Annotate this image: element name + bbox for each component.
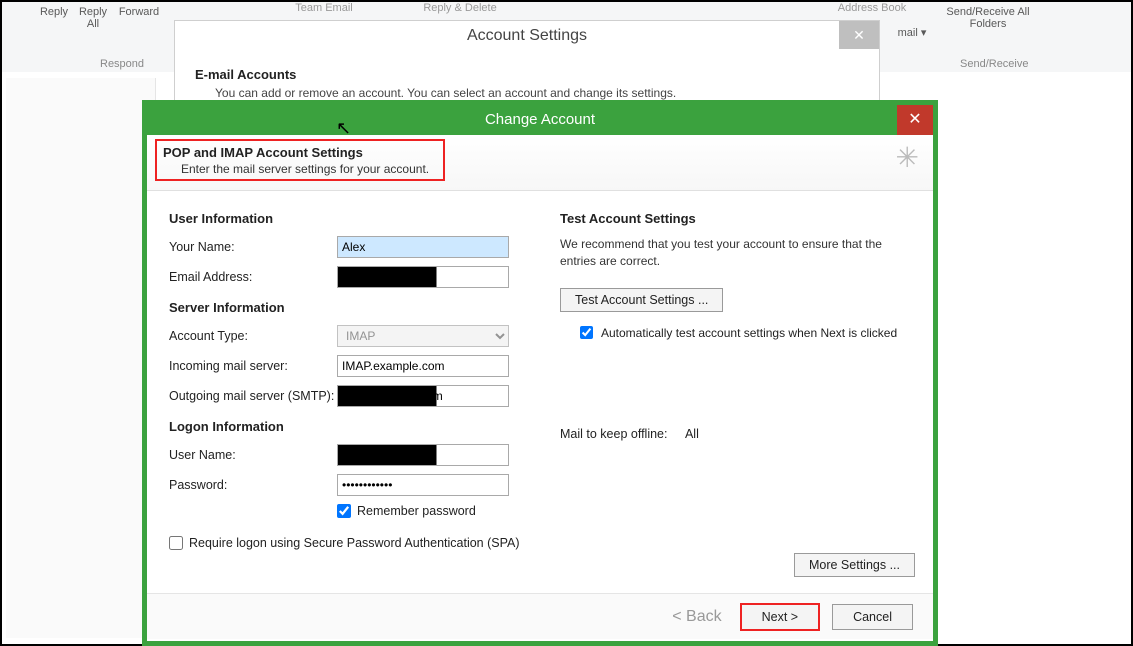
change-account-dialog: Change Account ✕ POP and IMAP Account Se… <box>142 100 938 646</box>
change-account-title: Change Account <box>485 111 595 128</box>
ribbon-group-respond: Respond <box>100 58 144 70</box>
pop-imap-sub: Enter the mail server settings for your … <box>181 162 917 176</box>
close-icon[interactable]: ✕ <box>897 105 933 135</box>
ribbon-reply-all[interactable]: Reply All <box>72 6 114 30</box>
ribbon-team-email[interactable]: Team Email <box>264 2 384 14</box>
more-settings-button[interactable]: More Settings ... <box>794 553 915 577</box>
account-type-label: Account Type: <box>169 329 337 343</box>
account-settings-close-icon[interactable]: ✕ <box>839 21 879 49</box>
right-column: Test Account Settings We recommend that … <box>560 211 911 550</box>
account-settings-title: Account Settings <box>467 27 587 44</box>
pop-imap-heading: POP and IMAP Account Settings <box>163 145 917 160</box>
ribbon-mail-dropdown[interactable]: mail ▾ <box>892 26 932 39</box>
username-label: User Name: <box>169 448 337 462</box>
remember-password-checkbox[interactable] <box>337 504 351 518</box>
wizard-icon: ✳ <box>896 141 919 174</box>
incoming-input[interactable] <box>337 355 509 377</box>
test-heading: Test Account Settings <box>560 211 911 226</box>
email-label: Email Address: <box>169 270 337 284</box>
back-button: < Back <box>672 608 721 626</box>
mail-keep-value: All <box>685 427 699 441</box>
left-column: User Information Your Name: Email Addres… <box>169 211 520 550</box>
ribbon-reply[interactable]: Reply <box>34 6 74 18</box>
spa-label: Require logon using Secure Password Auth… <box>189 536 520 550</box>
your-name-label: Your Name: <box>169 240 337 254</box>
ribbon-send-receive[interactable]: Send/Receive All Folders <box>942 6 1034 30</box>
auto-test-checkbox[interactable] <box>580 326 593 339</box>
cancel-button[interactable]: Cancel <box>832 604 913 630</box>
ribbon-group-sendreceive: Send/Receive <box>960 58 1029 70</box>
incoming-label: Incoming mail server: <box>169 359 337 373</box>
auto-test-label: Automatically test account settings when… <box>601 326 897 342</box>
account-type-select: IMAP <box>337 325 509 347</box>
user-info-heading: User Information <box>169 211 520 226</box>
password-label: Password: <box>169 478 337 492</box>
email-accounts-sub: You can add or remove an account. You ca… <box>215 86 859 100</box>
ribbon-address-book[interactable]: Address Book <box>822 2 922 14</box>
next-button[interactable]: Next > <box>740 603 820 631</box>
username-input[interactable] <box>337 444 509 466</box>
spa-checkbox[interactable] <box>169 536 183 550</box>
email-accounts-heading: E-mail Accounts <box>195 67 859 82</box>
server-info-heading: Server Information <box>169 300 520 315</box>
logon-info-heading: Logon Information <box>169 419 520 434</box>
your-name-input[interactable] <box>337 236 509 258</box>
wizard-buttons: < Back Next > Cancel <box>147 593 933 639</box>
outgoing-input[interactable] <box>337 385 509 407</box>
remember-password-label: Remember password <box>357 504 476 518</box>
outgoing-label: Outgoing mail server (SMTP): <box>169 389 337 403</box>
left-nav-pane <box>6 78 156 638</box>
test-desc: We recommend that you test your account … <box>560 236 911 270</box>
ribbon-reply-delete[interactable]: Reply & Delete <box>410 2 510 14</box>
email-input[interactable] <box>337 266 509 288</box>
password-input[interactable] <box>337 474 509 496</box>
test-account-button[interactable]: Test Account Settings ... <box>560 288 723 312</box>
mail-keep-label: Mail to keep offline: <box>560 427 667 441</box>
ribbon-forward[interactable]: Forward <box>114 6 164 18</box>
